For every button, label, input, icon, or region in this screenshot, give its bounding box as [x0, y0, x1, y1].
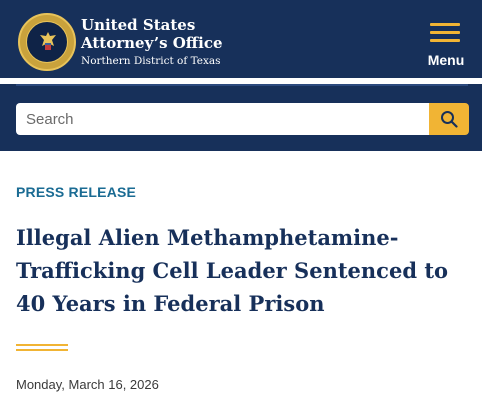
article-date: Monday, March 16, 2026: [16, 377, 159, 392]
header-divider: [16, 84, 468, 86]
search-button[interactable]: [429, 103, 469, 135]
hamburger-icon: [430, 23, 460, 43]
search-bar: [0, 84, 482, 151]
title-divider: [16, 344, 68, 352]
eagle-icon: [40, 32, 56, 50]
menu-button[interactable]: Menu: [420, 18, 472, 72]
article-title: Illegal Alien Methamphetamine-Traffickin…: [16, 225, 449, 316]
search-input[interactable]: [16, 103, 429, 135]
seal-center: [26, 21, 68, 63]
article-category: PRESS RELEASE: [16, 184, 137, 200]
menu-label: Menu: [427, 52, 465, 68]
site-title[interactable]: United States Attorney’s Office: [81, 16, 223, 52]
doj-seal-icon[interactable]: [18, 13, 76, 71]
search-icon: [441, 111, 458, 128]
site-title-line-1: United States: [81, 16, 196, 34]
site-title-line-2: Attorney’s Office: [81, 34, 223, 52]
site-header: United States Attorney’s Office Northern…: [0, 0, 482, 78]
site-subtitle: Northern District of Texas: [81, 55, 221, 67]
